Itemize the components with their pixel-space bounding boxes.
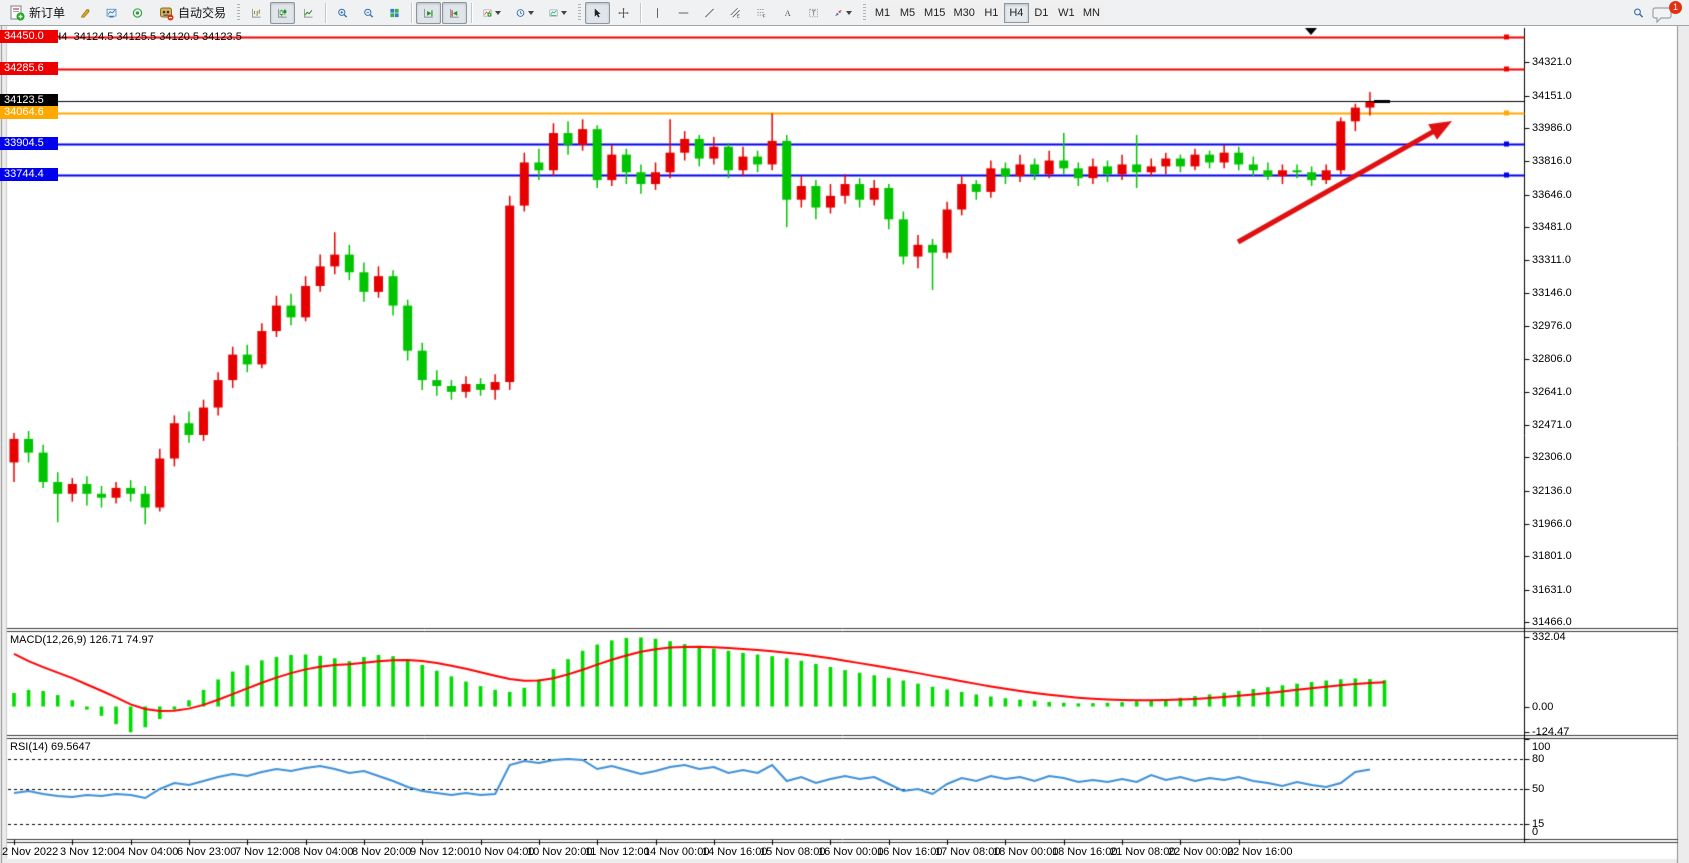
toolbar-separator (325, 3, 326, 23)
tile-windows-button[interactable] (382, 2, 407, 24)
zoom-out-button[interactable] (356, 2, 381, 24)
text-tool-button[interactable]: A (775, 2, 800, 24)
timeframe-button-m15[interactable]: M15 (920, 3, 949, 23)
horizontal-line-tool-button[interactable] (671, 2, 696, 24)
price-chart-canvas[interactable] (0, 0, 1689, 863)
svg-text:T: T (812, 10, 817, 17)
indicators-button[interactable] (476, 2, 508, 24)
autotrading-label: 自动交易 (178, 4, 226, 21)
timeframe-button-mn[interactable]: MN (1079, 3, 1104, 23)
new-order-label: 新订单 (29, 4, 65, 21)
chart-profiles-button[interactable] (99, 2, 124, 24)
crosshair-tool-button[interactable] (611, 2, 636, 24)
timeframe-button-m30[interactable]: M30 (949, 3, 978, 23)
toolbar-separator (471, 3, 472, 23)
autotrading-robot-icon (158, 5, 174, 21)
periods-button[interactable] (509, 2, 541, 24)
toolbar-separator (640, 3, 641, 23)
highlighter-button[interactable] (73, 2, 98, 24)
toolbar-grip (578, 4, 581, 22)
equidistant-channel-tool-button[interactable]: E (723, 2, 748, 24)
timeframe-button-w1[interactable]: W1 (1054, 3, 1079, 23)
new-order-icon (9, 5, 25, 21)
svg-text:F: F (763, 13, 766, 18)
bar-chart-type-button[interactable] (244, 2, 269, 24)
sound-signal-button[interactable] (125, 2, 150, 24)
timeframe-button-h1[interactable]: H1 (979, 3, 1004, 23)
search-button[interactable] (1626, 2, 1651, 24)
timeframe-button-m1[interactable]: M1 (870, 3, 895, 23)
candlestick-chart-type-button[interactable] (270, 2, 295, 24)
svg-text:E: E (737, 13, 740, 18)
notifications-chat-button[interactable]: 1 (1652, 2, 1680, 24)
dropdown-caret-icon (495, 11, 501, 15)
timeframe-button-d1[interactable]: D1 (1029, 3, 1054, 23)
autotrading-button[interactable]: 自动交易 (151, 2, 233, 24)
svg-text:A: A (785, 9, 791, 18)
cursor-tool-button[interactable] (585, 2, 610, 24)
toolbar-grip (863, 4, 866, 22)
chat-unread-badge: 1 (1669, 1, 1682, 14)
dropdown-caret-icon (528, 11, 534, 15)
fibonacci-tool-button[interactable]: F (749, 2, 774, 24)
arrows-tool-button[interactable] (827, 2, 859, 24)
toolbar-grip (237, 4, 240, 22)
vertical-line-tool-button[interactable] (645, 2, 670, 24)
timeframe-button-h4[interactable]: H4 (1004, 3, 1029, 23)
line-chart-type-button[interactable] (296, 2, 321, 24)
toolbar: 新订单 自动交易 (0, 0, 1689, 26)
mt4-window: { "toolbar": { "new_order_label": "新订单",… (0, 0, 1689, 863)
templates-button[interactable] (542, 2, 574, 24)
auto-scroll-button[interactable] (416, 2, 441, 24)
timeframe-group: M1M5M15M30H1H4D1W1MN (870, 3, 1104, 23)
dropdown-caret-icon (561, 11, 567, 15)
zoom-in-button[interactable] (330, 2, 355, 24)
timeframe-button-m5[interactable]: M5 (895, 3, 920, 23)
trendline-tool-button[interactable] (697, 2, 722, 24)
dropdown-caret-icon (846, 11, 852, 15)
text-label-tool-button[interactable]: T (801, 2, 826, 24)
chart-shift-button[interactable] (442, 2, 467, 24)
new-order-button[interactable]: 新订单 (2, 2, 72, 24)
toolbar-separator (411, 3, 412, 23)
